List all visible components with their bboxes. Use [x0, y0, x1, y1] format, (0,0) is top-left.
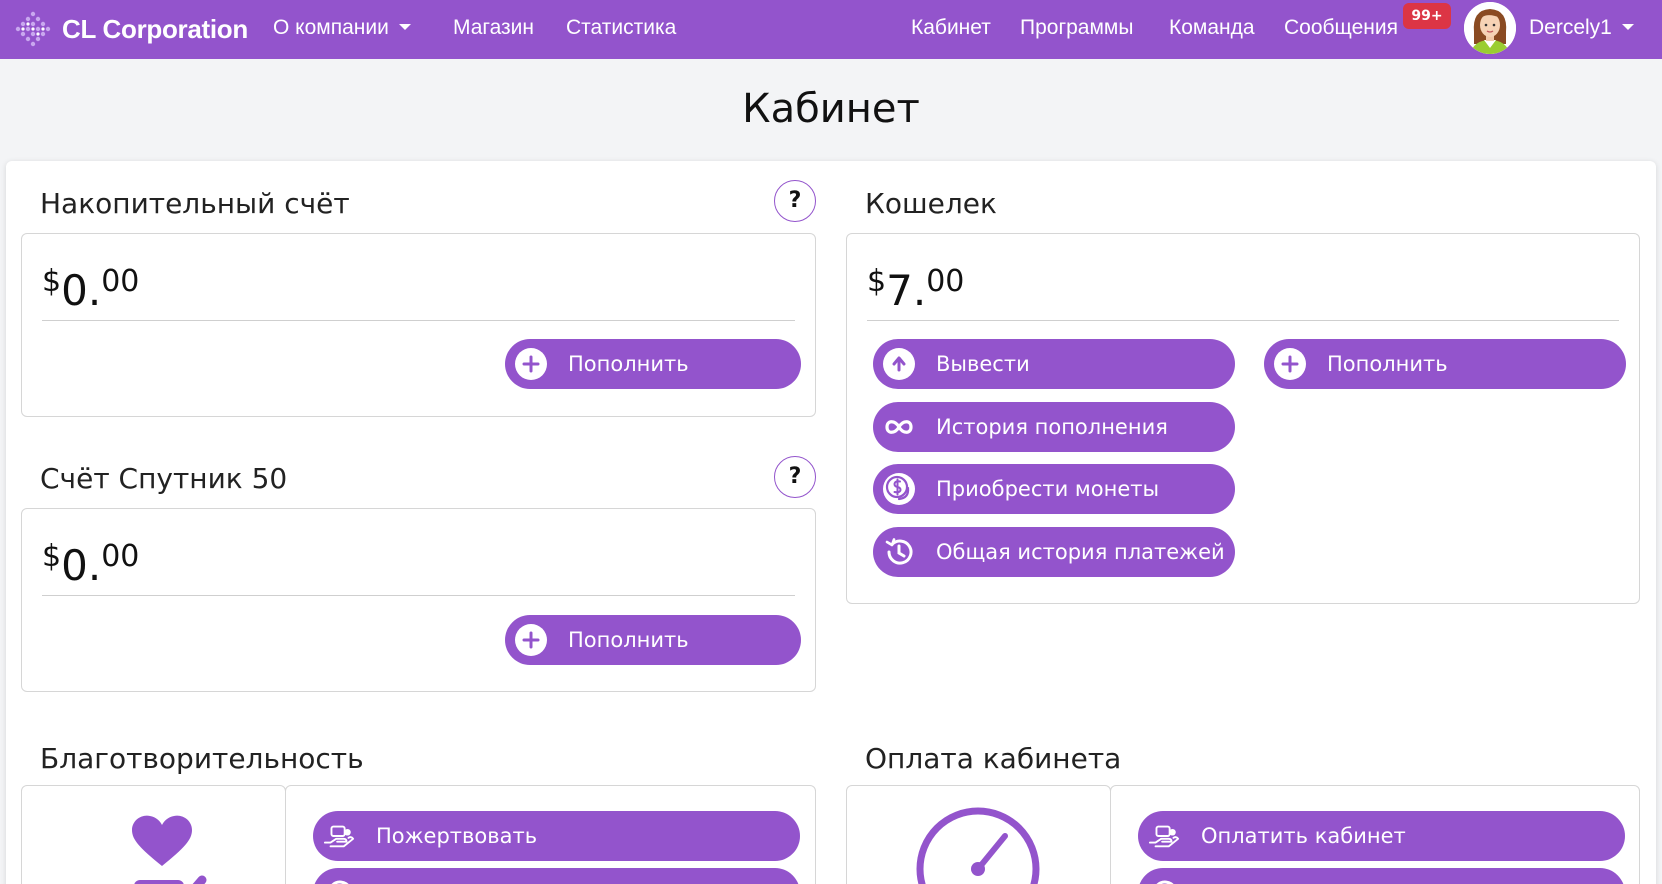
- wallet-payments-history-button[interactable]: Общая история платежей: [873, 527, 1235, 577]
- payment-hand-icon: [1148, 820, 1180, 852]
- nav-cabinet[interactable]: Кабинет: [911, 14, 991, 42]
- amount-separator: .: [87, 541, 102, 590]
- button-label: Пополнить: [1327, 352, 1448, 376]
- button-label: Пожертвовать: [376, 824, 538, 848]
- currency-symbol: $: [42, 539, 62, 574]
- brand-logo-icon: [15, 11, 51, 47]
- history-clock-icon: [1148, 877, 1180, 884]
- button-label: Приобрести монеты: [936, 477, 1160, 501]
- wallet-title: Кошелек: [865, 187, 997, 220]
- nav-team[interactable]: Команда: [1169, 14, 1255, 42]
- wallet-topup-button[interactable]: Пополнить: [1264, 339, 1626, 389]
- savings-box: $0.00 Пополнить: [21, 233, 816, 417]
- nav-shop[interactable]: Магазин: [453, 14, 534, 42]
- sputnik-box: $0.00 Пополнить: [21, 508, 816, 692]
- wallet-withdraw-button[interactable]: Вывести: [873, 339, 1235, 389]
- cabinet-payment-actions-box: Оплатить кабинет: [1110, 785, 1640, 884]
- amount-integer: 0: [61, 541, 88, 590]
- currency-symbol: $: [42, 264, 62, 299]
- cabinet-payment-history-button[interactable]: [1138, 868, 1625, 884]
- button-label: История пополнения: [936, 415, 1168, 439]
- avatar[interactable]: [1464, 2, 1516, 54]
- divider: [42, 320, 795, 321]
- arrow-up-circle-icon: [883, 348, 915, 380]
- savings-title: Накопительный счёт: [40, 187, 350, 220]
- amount-decimals: 00: [101, 539, 140, 574]
- divider: [867, 320, 1619, 321]
- coins-icon: [883, 473, 915, 505]
- sputnik-topup-button[interactable]: Пополнить: [505, 615, 801, 665]
- brand[interactable]: CL Corporation: [8, 10, 248, 48]
- nav-about-label: О компании: [273, 16, 389, 39]
- plus-circle-icon: [515, 624, 547, 656]
- sputnik-title: Счёт Спутник 50: [40, 462, 288, 495]
- user-menu[interactable]: Dercely1: [1529, 14, 1634, 42]
- amount-separator: .: [87, 266, 102, 315]
- avatar-image-icon: [1464, 2, 1516, 54]
- donate-button[interactable]: Пожертвовать: [313, 811, 800, 861]
- button-label: Пополнить: [568, 352, 689, 376]
- chevron-down-icon: [1621, 24, 1634, 30]
- wallet-box: $7.00 Вывести Пополнить История пополнен…: [846, 233, 1640, 604]
- page-title: Кабинет: [742, 86, 920, 132]
- cabinet-payment-title: Оплата кабинета: [865, 742, 1122, 775]
- amount-separator: .: [912, 266, 927, 315]
- charity-actions-box: Пожертвовать: [285, 785, 816, 884]
- amount-decimals: 00: [926, 264, 965, 299]
- charity-title: Благотворительность: [40, 742, 364, 775]
- wallet-buy-coins-button[interactable]: Приобрести монеты: [873, 464, 1235, 514]
- cabinet-payment-image-box: [846, 785, 1111, 884]
- clock-icon: [916, 807, 1040, 884]
- history-clock-icon: [883, 536, 915, 568]
- nav-about[interactable]: О компании: [273, 14, 411, 42]
- divider: [42, 595, 795, 596]
- brand-name: CL Corporation: [62, 13, 248, 44]
- plus-circle-icon: [515, 348, 547, 380]
- wallet-topup-history-button[interactable]: История пополнения: [873, 402, 1235, 452]
- pay-cabinet-button[interactable]: Оплатить кабинет: [1138, 811, 1625, 861]
- messages-badge: 99+: [1403, 3, 1451, 29]
- nav-statistics[interactable]: Статистика: [566, 14, 676, 42]
- amount-decimals: 00: [101, 264, 140, 299]
- savings-topup-button[interactable]: Пополнить: [505, 339, 801, 389]
- plus-circle-icon: [1274, 348, 1306, 380]
- charity-history-button[interactable]: [313, 868, 800, 884]
- heart-hand-icon: [132, 815, 207, 884]
- savings-balance: $0.00: [42, 264, 139, 315]
- charity-image-box: [21, 785, 286, 884]
- amount-integer: 0: [61, 266, 88, 315]
- amount-integer: 7: [886, 266, 913, 315]
- nav-programs[interactable]: Программы: [1020, 14, 1133, 42]
- nav-messages[interactable]: Сообщения: [1284, 14, 1398, 42]
- username: Dercely1: [1529, 16, 1612, 39]
- chevron-down-icon: [398, 24, 411, 30]
- currency-symbol: $: [867, 264, 887, 299]
- wallet-balance: $7.00: [867, 264, 964, 315]
- button-label: Оплатить кабинет: [1201, 824, 1406, 848]
- button-label: Пополнить: [568, 628, 689, 652]
- top-navbar: CL Corporation О компании Магазин Статис…: [0, 0, 1662, 59]
- infinity-icon: [883, 411, 915, 443]
- donate-hand-icon: [323, 820, 355, 852]
- sputnik-balance: $0.00: [42, 539, 139, 590]
- savings-help-button[interactable]: ?: [774, 180, 816, 222]
- button-label: Общая история платежей: [936, 540, 1225, 564]
- sputnik-help-button[interactable]: ?: [774, 456, 816, 498]
- history-clock-icon: [323, 877, 355, 884]
- button-label: Вывести: [936, 352, 1030, 376]
